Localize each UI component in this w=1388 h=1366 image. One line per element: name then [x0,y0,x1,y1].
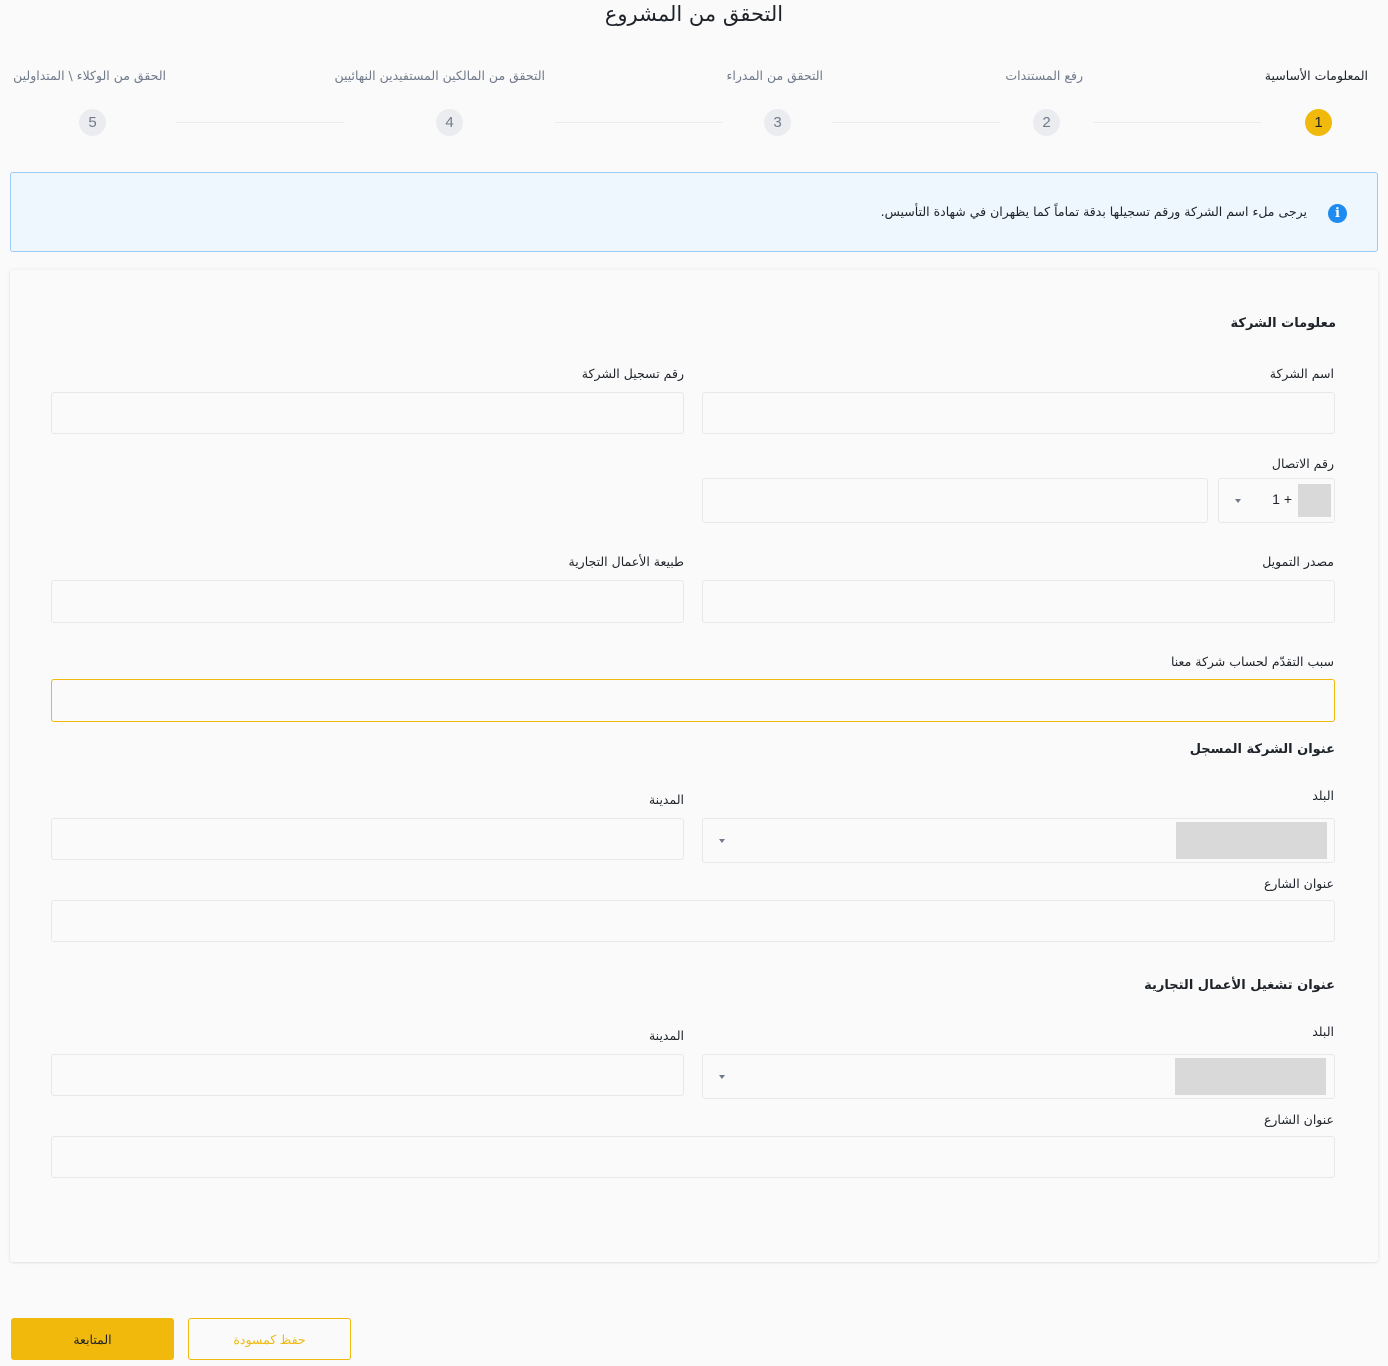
reason-input[interactable] [51,679,1335,722]
phone-number-input[interactable] [702,478,1208,523]
country-placeholder [1175,1058,1326,1095]
company-info-title: معلومات الشركة [1230,316,1336,331]
save-draft-button[interactable]: حفظ كمسودة [188,1318,351,1360]
registration-number-label: رقم تسجيل الشركة [581,366,684,381]
chevron-down-icon [719,1075,725,1079]
phone-label: رقم الاتصال [1271,456,1334,471]
step-5-indicator[interactable]: 5 [79,109,106,136]
step-3-label: التحقق من المدراء [726,68,823,83]
operating-city-input[interactable] [51,1054,684,1096]
country-placeholder [1176,822,1327,859]
registered-country-select[interactable] [702,818,1335,863]
continue-button[interactable]: المتابعة [11,1318,174,1360]
registered-city-input[interactable] [51,818,684,860]
operating-address-title: عنوان تشغيل الأعمال التجارية [1144,978,1335,993]
country-flag [1298,484,1331,517]
step-1-label: المعلومات الأساسية [1264,68,1368,83]
registration-number-input[interactable] [51,392,684,434]
info-icon: i [1328,204,1347,223]
phone-code-select[interactable]: 1 + [1218,478,1335,523]
registered-address-title: عنوان الشركة المسجل [1189,742,1335,757]
registered-city-label: المدينة [648,792,684,807]
step-connector [555,122,723,123]
progress-stepper: المعلومات الأساسية رفع المستندات التحقق … [0,60,1388,140]
step-connector [176,122,344,123]
registered-street-input[interactable] [51,900,1335,942]
operating-city-label: المدينة [648,1028,684,1043]
info-banner: i يرجى ملء اسم الشركة ورقم تسجيلها بدقة … [10,172,1378,252]
operating-country-select[interactable] [702,1054,1335,1099]
step-2-indicator[interactable]: 2 [1033,109,1060,136]
registered-street-label: عنوان الشارع [1263,876,1334,891]
company-name-input[interactable] [702,392,1335,434]
step-2-label: رفع المستندات [1005,68,1083,83]
phone-code-text: 1 + [1272,491,1292,507]
company-form-card: معلومات الشركة اسم الشركة رقم تسجيل الشر… [10,270,1378,1262]
step-connector [832,122,1000,123]
reason-label: سبب التقدّم لحساب شركة معنا [1170,654,1334,669]
company-name-label: اسم الشركة [1269,366,1334,381]
step-5-label: الحقق من الوكلاء \ المتداولين [13,68,166,83]
funding-source-input[interactable] [702,580,1335,623]
operating-street-label: عنوان الشارع [1263,1112,1334,1127]
funding-source-label: مصدر التمويل [1262,554,1334,569]
step-4-label: التحقق من المالكين المستفيدين النهائيين [334,68,545,83]
operating-country-label: البلد [1312,1024,1334,1039]
chevron-down-icon [1235,499,1241,503]
step-connector [1093,122,1261,123]
page-title: التحقق من المشروع [604,2,784,26]
chevron-down-icon [719,839,725,843]
registered-country-label: البلد [1312,788,1334,803]
business-nature-input[interactable] [51,580,684,623]
step-4-indicator[interactable]: 4 [436,109,463,136]
step-1-indicator[interactable]: 1 [1305,109,1332,136]
step-3-indicator[interactable]: 3 [764,109,791,136]
info-text: يرجى ملء اسم الشركة ورقم تسجيلها بدقة تم… [880,204,1307,219]
operating-street-input[interactable] [51,1136,1335,1178]
business-nature-label: طبيعة الأعمال التجارية [568,554,685,569]
